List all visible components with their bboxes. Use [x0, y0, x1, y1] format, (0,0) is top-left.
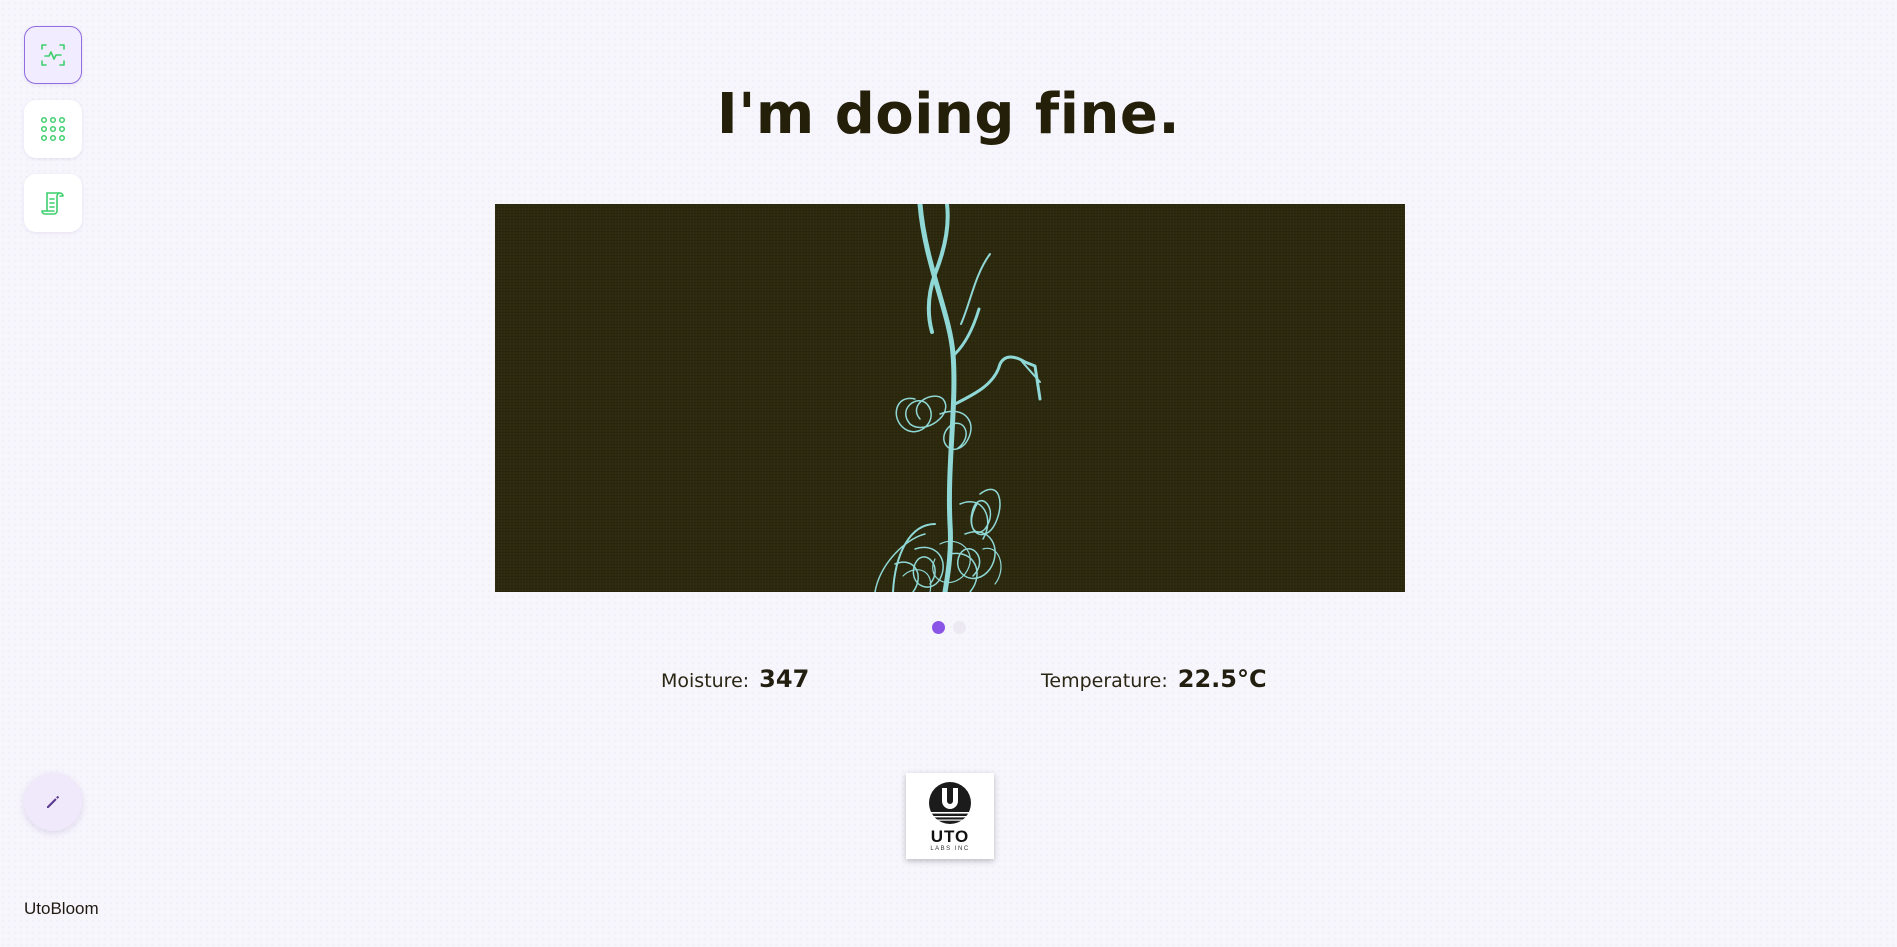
temperature-reading: Temperature: 22.5°C	[1041, 665, 1267, 693]
nav-monitor-button[interactable]	[24, 26, 82, 84]
company-logo: UTO LABS INC	[906, 773, 994, 859]
carousel-indicators	[932, 621, 966, 634]
logo-text: UTO	[930, 827, 970, 846]
activity-scan-icon	[41, 44, 65, 66]
plant-status-message: I'm doing fine.	[716, 82, 1181, 147]
temperature-value: 22.5°C	[1177, 665, 1267, 693]
scroll-document-icon	[41, 192, 64, 215]
uto-logo-icon	[929, 782, 971, 824]
temperature-label: Temperature:	[1041, 670, 1168, 692]
app-name: UtoBloom	[24, 899, 99, 918]
logo-subtext: LABS INC	[930, 846, 970, 852]
edit-button[interactable]	[24, 773, 82, 831]
pencil-icon	[47, 796, 59, 808]
carousel-dot[interactable]	[932, 621, 945, 634]
carousel-dot[interactable]	[953, 621, 966, 634]
plant-illustration	[874, 204, 1042, 592]
plant-visualization	[495, 204, 1405, 592]
moisture-label: Moisture:	[661, 670, 750, 692]
moisture-reading: Moisture: 347	[661, 665, 809, 693]
nav-logs-button[interactable]	[24, 174, 82, 232]
moisture-value: 347	[759, 665, 810, 693]
